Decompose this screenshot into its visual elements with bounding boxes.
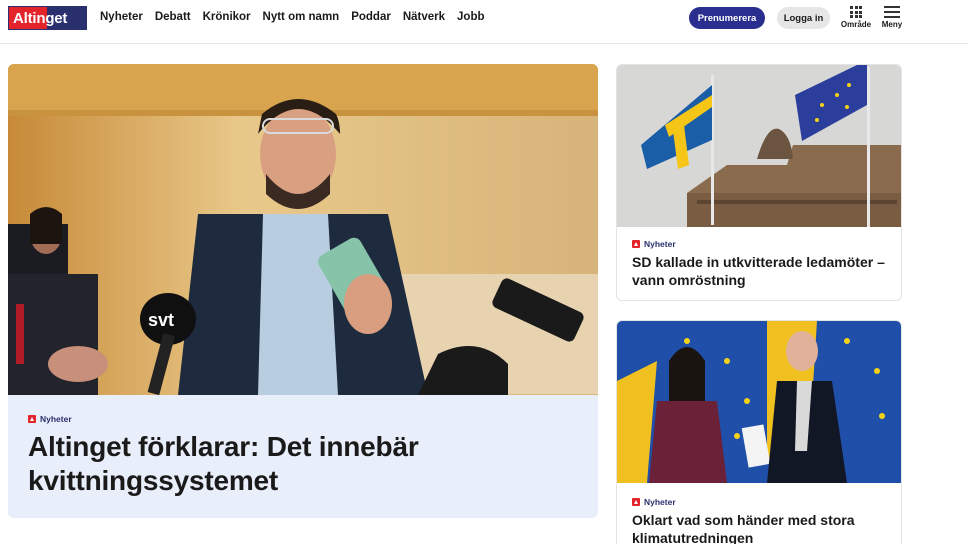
side-article-card[interactable]: Nyheter Oklart vad som händer med stora … [616, 320, 902, 544]
area-button[interactable]: Område [839, 4, 873, 29]
altinget-mark-icon [632, 240, 640, 248]
nav-item-poddar[interactable]: Poddar [351, 11, 391, 23]
nav-item-debatt[interactable]: Debatt [155, 11, 191, 23]
altinget-logo[interactable]: Altinget [8, 6, 87, 30]
subscribe-button[interactable]: Prenumerera [689, 7, 765, 29]
hamburger-icon [884, 6, 900, 18]
main-article-tag-label: Nyheter [40, 414, 72, 424]
svg-text:svt: svt [148, 310, 174, 330]
side-article-headline[interactable]: SD kallade in utkvitterade ledamöter – v… [632, 253, 894, 289]
area-label: Område [840, 20, 872, 29]
altinget-mark-icon [632, 498, 640, 506]
side-article-headline[interactable]: Oklart vad som händer med stora klimatut… [632, 511, 894, 544]
nav-item-nytt-om-namn[interactable]: Nytt om namn [263, 11, 340, 23]
login-button[interactable]: Logga in [777, 7, 830, 29]
side-article-tag-label: Nyheter [644, 497, 676, 507]
side-article-image[interactable] [617, 321, 901, 483]
grid-icon [839, 6, 873, 18]
main-article-image[interactable]: svt [8, 64, 598, 395]
nav-item-jobb[interactable]: Jobb [457, 11, 484, 23]
side-article-tag-label: Nyheter [644, 239, 676, 249]
side-article-tag[interactable]: Nyheter [632, 239, 676, 249]
main-article-tag[interactable]: Nyheter [28, 414, 72, 424]
altinget-mark-icon [28, 415, 36, 423]
logo-text: Altinget [13, 9, 68, 27]
site-header: Altinget Nyheter Debatt Krönikor Nytt om… [0, 0, 968, 44]
main-article-card[interactable]: svt Nyheter Altinget förklarar: Det inne… [8, 64, 598, 518]
menu-label: Meny [881, 20, 903, 29]
main-article-headline[interactable]: Altinget förklarar: Det innebär kvittnin… [28, 430, 568, 498]
nav-item-nyheter[interactable]: Nyheter [100, 11, 143, 23]
menu-button[interactable]: Meny [875, 4, 909, 29]
side-article-tag[interactable]: Nyheter [632, 497, 676, 507]
side-article-card[interactable]: Nyheter SD kallade in utkvitterade ledam… [616, 64, 902, 301]
side-article-image[interactable] [617, 65, 901, 227]
nav-item-kronikor[interactable]: Krönikor [203, 11, 251, 23]
nav-item-natverk[interactable]: Nätverk [403, 11, 445, 23]
main-nav: Nyheter Debatt Krönikor Nytt om namn Pod… [100, 11, 485, 23]
